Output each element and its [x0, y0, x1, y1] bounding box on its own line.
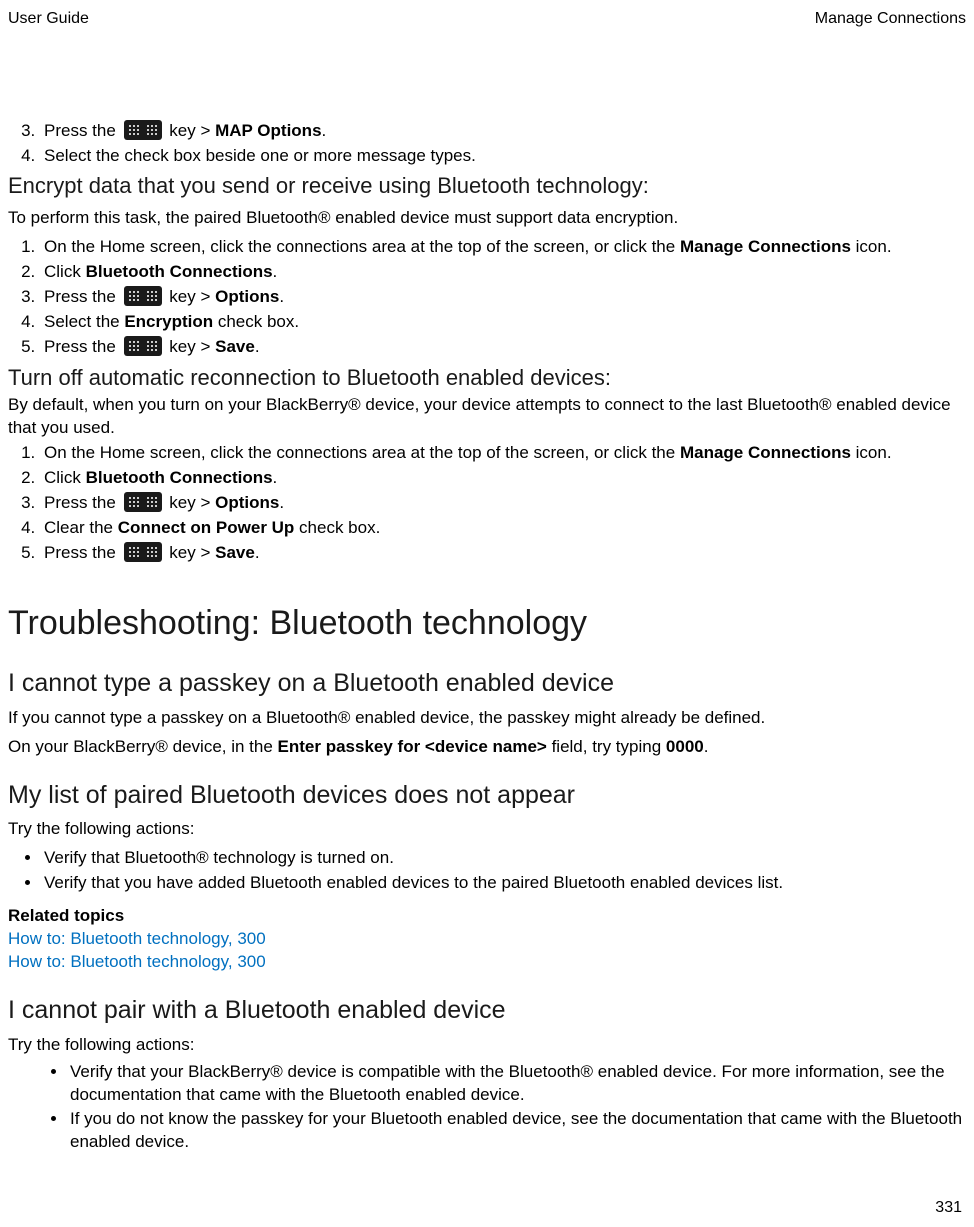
auto-reconnect-heading: Turn off automatic reconnection to Bluet…	[8, 363, 966, 393]
auto-reconnect-intro: By default, when you turn on your BlackB…	[8, 394, 966, 440]
page-header: User Guide Manage Connections	[8, 8, 966, 30]
encrypt-intro: To perform this task, the paired Bluetoo…	[8, 207, 966, 230]
text: .	[255, 543, 260, 562]
text: key >	[165, 543, 216, 562]
list-item: Click Bluetooth Connections.	[40, 467, 966, 490]
bold-text: Save	[215, 543, 255, 562]
list-item: Press the key > MAP Options.	[40, 120, 966, 143]
text: Press the	[44, 543, 121, 562]
cant-pair-heading: I cannot pair with a Bluetooth enabled d…	[8, 994, 966, 1028]
bold-text: Connect on Power Up	[118, 518, 295, 537]
encrypt-heading: Encrypt data that you send or receive us…	[8, 171, 966, 201]
cant-pair-bullets: Verify that your BlackBerry® device is c…	[8, 1061, 966, 1155]
page: User Guide Manage Connections Press the …	[0, 0, 974, 1227]
text: Click	[44, 468, 86, 487]
menu-key-icon	[124, 336, 162, 356]
related-link-1[interactable]: How to: Bluetooth technology, 300	[8, 929, 266, 948]
text: key >	[165, 287, 216, 306]
text: .	[273, 262, 278, 281]
text: Click	[44, 262, 86, 281]
text: key >	[165, 337, 216, 356]
text: Press the	[44, 121, 121, 140]
page-content: Press the key > MAP Options. Select the …	[8, 120, 966, 1155]
list-item: Press the key > Options.	[40, 286, 966, 309]
list-item: If you do not know the passkey for your …	[68, 1108, 966, 1154]
bold-text: Manage Connections	[680, 443, 851, 462]
continued-steps-list: Press the key > MAP Options. Select the …	[8, 120, 966, 168]
text: check box.	[213, 312, 299, 331]
menu-key-icon	[124, 492, 162, 512]
list-item: Click Bluetooth Connections.	[40, 261, 966, 284]
list-item: On the Home screen, click the connection…	[40, 236, 966, 259]
list-item: Press the key > Save.	[40, 542, 966, 565]
passkey-p2: On your BlackBerry® device, in the Enter…	[8, 736, 966, 759]
text: On the Home screen, click the connection…	[44, 237, 680, 256]
bold-text: Enter passkey for <device name>	[278, 737, 547, 756]
bold-text: Bluetooth Connections	[86, 468, 273, 487]
text: .	[255, 337, 260, 356]
text: key >	[165, 493, 216, 512]
text: icon.	[851, 237, 892, 256]
menu-key-icon	[124, 542, 162, 562]
text: .	[273, 468, 278, 487]
no-list-heading: My list of paired Bluetooth devices does…	[8, 779, 966, 813]
text: field, try typing	[547, 737, 666, 756]
troubleshooting-heading: Troubleshooting: Bluetooth technology	[8, 601, 966, 647]
list-item: Select the Encryption check box.	[40, 311, 966, 334]
text: .	[279, 493, 284, 512]
no-list-bullets: Verify that Bluetooth® technology is tur…	[8, 847, 966, 895]
text: Clear the	[44, 518, 118, 537]
bold-text: Save	[215, 337, 255, 356]
no-list-intro: Try the following actions:	[8, 818, 966, 841]
menu-key-icon	[124, 120, 162, 140]
related-topics: Related topics How to: Bluetooth technol…	[8, 905, 966, 974]
bold-text: Bluetooth Connections	[86, 262, 273, 281]
text: Select the	[44, 312, 124, 331]
text: On your BlackBerry® device, in the	[8, 737, 278, 756]
bold-text: Manage Connections	[680, 237, 851, 256]
cant-pair-intro: Try the following actions:	[8, 1034, 966, 1057]
related-heading: Related topics	[8, 905, 966, 928]
list-item: Clear the Connect on Power Up check box.	[40, 517, 966, 540]
header-right: Manage Connections	[815, 8, 966, 30]
related-link-2[interactable]: How to: Bluetooth technology, 300	[8, 952, 266, 971]
passkey-heading: I cannot type a passkey on a Bluetooth e…	[8, 667, 966, 701]
text: Press the	[44, 337, 121, 356]
text: .	[279, 287, 284, 306]
passkey-p1: If you cannot type a passkey on a Blueto…	[8, 707, 966, 730]
auto-reconnect-steps-list: On the Home screen, click the connection…	[8, 442, 966, 565]
bold-text: MAP Options	[215, 121, 321, 140]
text: Press the	[44, 287, 121, 306]
list-item: Verify that your BlackBerry® device is c…	[68, 1061, 966, 1107]
list-item: Press the key > Options.	[40, 492, 966, 515]
bold-text: Encryption	[124, 312, 213, 331]
bold-text: Options	[215, 493, 279, 512]
header-left: User Guide	[8, 8, 89, 30]
list-item: Press the key > Save.	[40, 336, 966, 359]
text: icon.	[851, 443, 892, 462]
list-item: Verify that you have added Bluetooth ena…	[42, 872, 966, 895]
text: check box.	[294, 518, 380, 537]
page-number: 331	[935, 1197, 962, 1219]
list-item: Select the check box beside one or more …	[40, 145, 966, 168]
text: key >	[165, 121, 216, 140]
text: .	[704, 737, 709, 756]
bold-text: 0000	[666, 737, 704, 756]
bold-text: Options	[215, 287, 279, 306]
text: Press the	[44, 493, 121, 512]
encrypt-steps-list: On the Home screen, click the connection…	[8, 236, 966, 359]
list-item: On the Home screen, click the connection…	[40, 442, 966, 465]
menu-key-icon	[124, 286, 162, 306]
text: .	[322, 121, 327, 140]
text: On the Home screen, click the connection…	[44, 443, 680, 462]
list-item: Verify that Bluetooth® technology is tur…	[42, 847, 966, 870]
